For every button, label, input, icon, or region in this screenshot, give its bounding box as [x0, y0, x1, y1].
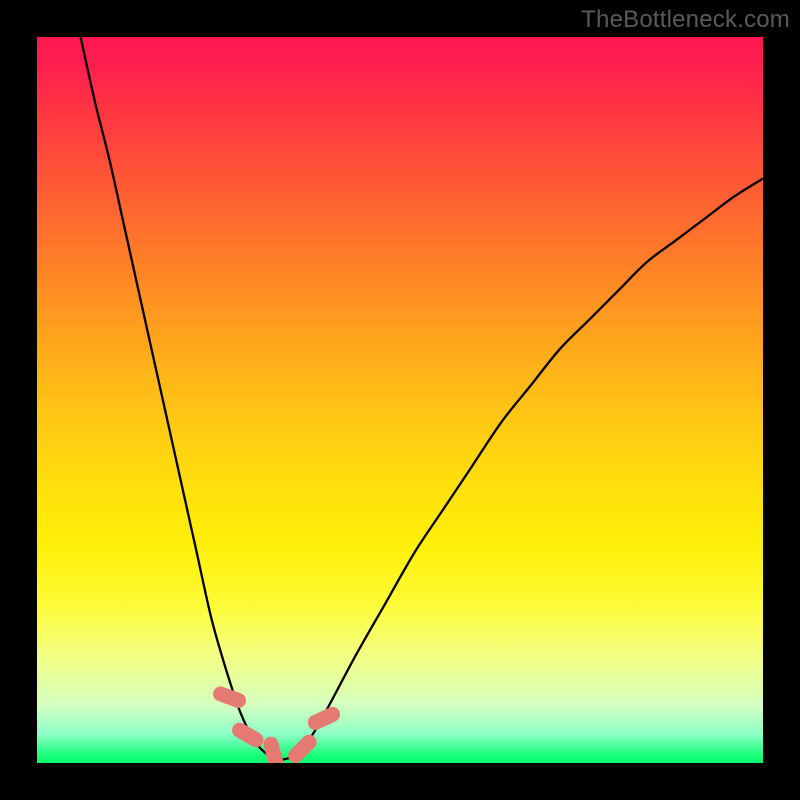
curve-layer — [37, 37, 763, 763]
watermark-text: TheBottleneck.com — [581, 6, 790, 34]
bottleneck-curve — [81, 37, 763, 760]
plot-area — [37, 37, 763, 763]
curve-marker — [262, 735, 285, 763]
markers-group — [211, 684, 343, 763]
curve-marker — [211, 684, 248, 710]
outer-frame: TheBottleneck.com — [0, 0, 800, 800]
curve-marker — [305, 704, 342, 732]
curve-marker — [285, 732, 320, 763]
curve-marker — [229, 720, 266, 750]
